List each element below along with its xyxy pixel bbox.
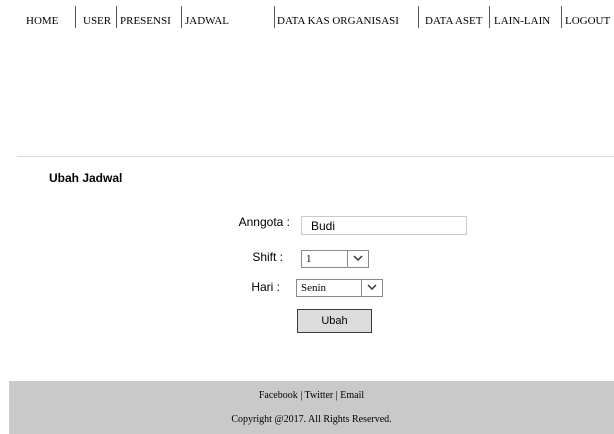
footer: Facebook | Twitter | Email Copyright @20… — [9, 381, 614, 434]
nav-item-data-aset[interactable]: DATA ASET — [425, 10, 483, 32]
nav-separator — [116, 6, 117, 28]
nav-separator — [489, 6, 490, 28]
shift-label: Shift : — [252, 250, 283, 264]
header-divider — [17, 156, 614, 157]
anggota-input[interactable]: Budi — [301, 216, 467, 235]
page-title: Ubah Jadwal — [49, 171, 123, 185]
shift-select-value: 1 — [306, 253, 312, 265]
chevron-down-icon[interactable] — [347, 251, 368, 267]
nav-separator — [75, 6, 76, 28]
nav-item-jadwal[interactable]: JADWAL — [185, 10, 229, 32]
nav-item-presensi[interactable]: PRESENSI — [120, 10, 171, 32]
footer-link-separator: | — [297, 390, 305, 401]
anggota-label: Anngota : — [238, 215, 290, 229]
twitter-link[interactable]: Twitter — [305, 390, 334, 401]
copyright-text: Copyright @2017. All Rights Reserved. — [231, 414, 392, 425]
nav-item-home[interactable]: HOME — [26, 10, 58, 32]
nav-item-logout[interactable]: LOGOUT — [565, 10, 610, 32]
nav-item-user[interactable]: USER — [83, 10, 111, 32]
shift-select[interactable]: 1 — [301, 250, 369, 268]
nav-separator — [181, 6, 182, 28]
hari-label: Hari : — [251, 280, 280, 294]
nav-separator — [418, 6, 419, 28]
top-nav: HOME USER PRESENSI JADWAL DATA KAS ORGAN… — [0, 0, 614, 40]
anggota-input-value: Budi — [311, 219, 336, 233]
hari-select-value: Senin — [301, 282, 327, 294]
nav-item-data-kas-organisasi[interactable]: DATA KAS ORGANISASI — [277, 10, 399, 32]
ubah-button[interactable]: Ubah — [297, 309, 372, 333]
facebook-link[interactable]: Facebook — [259, 390, 298, 401]
email-link[interactable]: Email — [340, 390, 364, 401]
hari-select[interactable]: Senin — [296, 279, 383, 297]
nav-item-lain-lain[interactable]: LAIN-LAIN — [494, 10, 550, 32]
nav-separator — [274, 6, 275, 28]
chevron-down-icon[interactable] — [361, 280, 382, 296]
footer-links: Facebook | Twitter | Email — [9, 390, 614, 401]
nav-separator — [561, 6, 562, 28]
